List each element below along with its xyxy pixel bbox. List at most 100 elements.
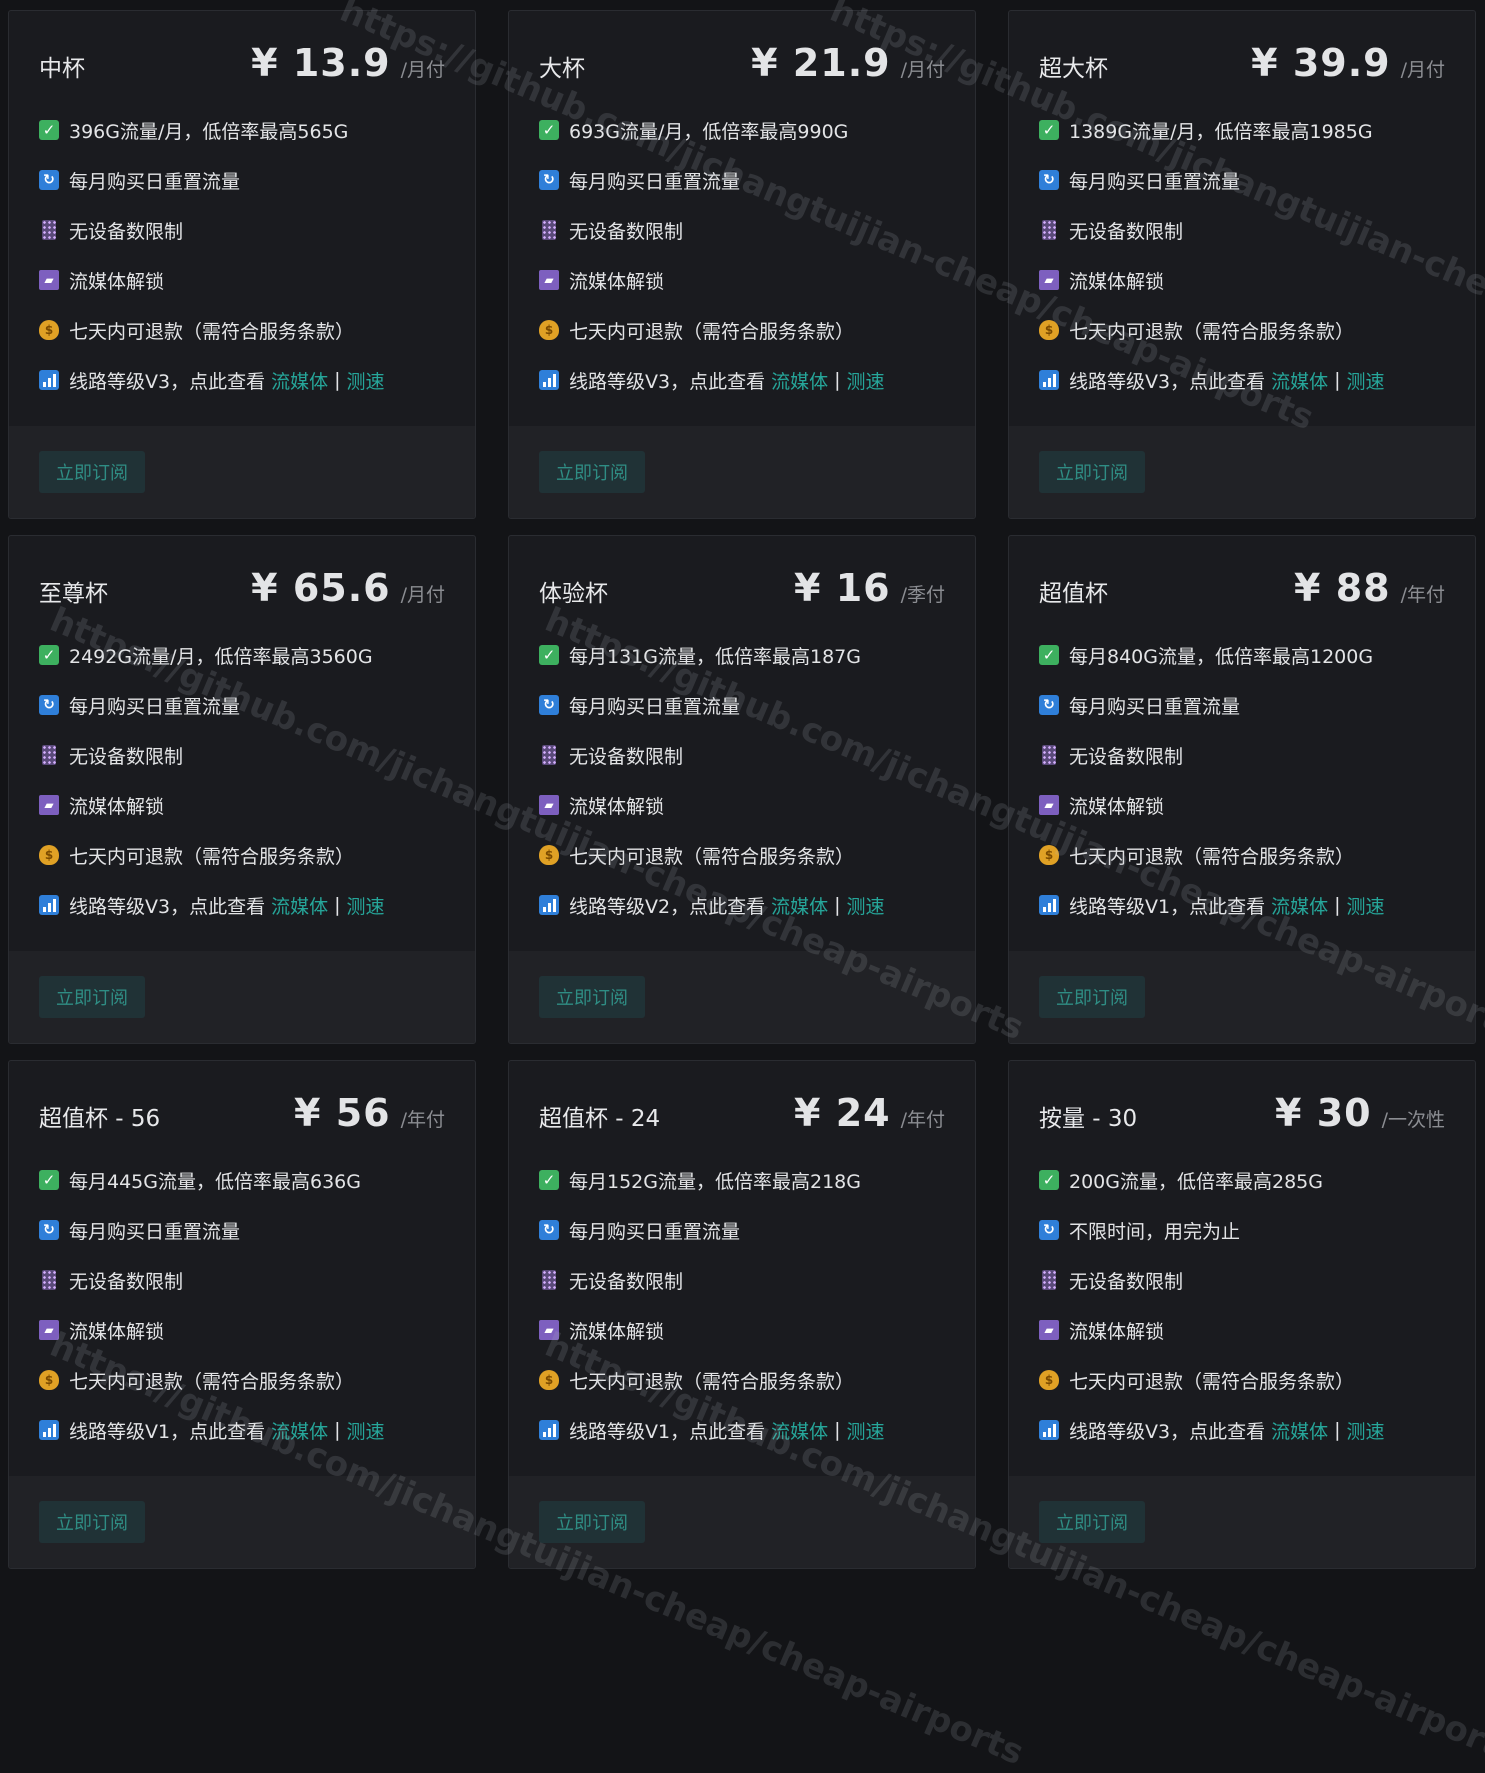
price-block: ¥ 21.9/月付 (751, 41, 945, 85)
feature-item: ▰ 流媒体解锁 (539, 255, 945, 305)
feature-text: 流媒体解锁 (69, 795, 165, 818)
billing-period: /月付 (400, 584, 445, 606)
subscribe-button[interactable]: 立即订阅 (39, 451, 145, 493)
speed-test-link[interactable]: 测速 (1347, 367, 1385, 394)
reset-icon: ↻ (39, 170, 59, 190)
subscribe-button[interactable]: 立即订阅 (1039, 1501, 1145, 1543)
film-icon: ▰ (1039, 1320, 1059, 1340)
plan-card: 超大杯 ¥ 39.9/月付 ✓ 1389G流量/月，低倍率最高1985G ↻ 每月购买日重… (1008, 10, 1476, 519)
speed-test-link[interactable]: 测速 (1347, 892, 1385, 919)
feature-list: ✓ 每月840G流量，低倍率最高1200G ↻ 每月购买日重置流量 无设备数限制 ▰ 流媒体… (1039, 630, 1445, 930)
feature-text: 七天内可退款（需符合服务条款） (569, 845, 855, 868)
feature-item: ✓ 1389G流量/月，低倍率最高1985G (1039, 105, 1445, 155)
bar-chart-icon (539, 895, 559, 915)
subscribe-button[interactable]: 立即订阅 (539, 1501, 645, 1543)
plan-price: ¥ 13.9 (251, 41, 391, 85)
media-link[interactable]: 流媒体 (1271, 892, 1328, 919)
feature-item: ▰ 流媒体解锁 (1039, 780, 1445, 830)
speed-test-link[interactable]: 测速 (347, 1417, 385, 1444)
media-link[interactable]: 流媒体 (1271, 1417, 1328, 1444)
card-header: 大杯 ¥ 21.9/月付 (539, 41, 945, 93)
plan-price: ¥ 30 (1275, 1091, 1372, 1135)
feature-text: 线路等级V1，点此查看 (569, 1420, 766, 1443)
card-footer: 立即订阅 (1009, 951, 1475, 1043)
feature-text: 无设备数限制 (1069, 1270, 1184, 1293)
card-footer: 立即订阅 (1009, 1476, 1475, 1568)
feature-text: 流媒体解锁 (69, 270, 165, 293)
price-block: ¥ 30/一次性 (1275, 1091, 1445, 1135)
subscribe-button[interactable]: 立即订阅 (1039, 451, 1145, 493)
subscribe-button[interactable]: 立即订阅 (39, 1501, 145, 1543)
media-link[interactable]: 流媒体 (1271, 367, 1328, 394)
speed-test-link[interactable]: 测速 (847, 892, 885, 919)
subscribe-button[interactable]: 立即订阅 (1039, 976, 1145, 1018)
film-icon: ▰ (39, 1320, 59, 1340)
speed-test-link[interactable]: 测速 (847, 1417, 885, 1444)
card-footer: 立即订阅 (509, 951, 975, 1043)
billing-period: /年付 (400, 1109, 445, 1131)
feature-text: 无设备数限制 (1069, 220, 1184, 243)
plan-name: 中杯 (39, 56, 85, 82)
link-separator: | (334, 369, 341, 391)
plan-name: 超值杯 - 56 (39, 1106, 161, 1132)
feature-text: 200G流量，低倍率最高285G (1069, 1170, 1323, 1193)
feature-item: 线路等级V1，点此查看 流媒体 | 测速 (539, 1405, 945, 1455)
check-icon: ✓ (539, 1170, 559, 1190)
film-icon: ▰ (539, 795, 559, 815)
feature-text: 线路等级V3，点此查看 (569, 370, 766, 393)
card-header: 超大杯 ¥ 39.9/月付 (1039, 41, 1445, 93)
bar-chart-icon (1039, 370, 1059, 390)
film-icon: ▰ (1039, 270, 1059, 290)
money-bag-icon: $ (539, 320, 559, 340)
card-header: 超值杯 - 24 ¥ 24/年付 (539, 1091, 945, 1143)
feature-list: ✓ 396G流量/月，低倍率最高565G ↻ 每月购买日重置流量 无设备数限制 ▰ 流媒体解… (39, 105, 445, 405)
check-icon: ✓ (1039, 120, 1059, 140)
money-bag-icon: $ (539, 845, 559, 865)
subscribe-button[interactable]: 立即订阅 (539, 451, 645, 493)
media-link[interactable]: 流媒体 (271, 892, 328, 919)
feature-item: ✓ 每月840G流量，低倍率最高1200G (1039, 630, 1445, 680)
media-link[interactable]: 流媒体 (271, 1417, 328, 1444)
media-link[interactable]: 流媒体 (771, 892, 828, 919)
device-icon (542, 1270, 556, 1290)
feature-text: 每月131G流量，低倍率最高187G (569, 645, 861, 668)
feature-text: 无设备数限制 (569, 220, 684, 243)
media-link[interactable]: 流媒体 (771, 367, 828, 394)
plan-grid: 中杯 ¥ 13.9/月付 ✓ 396G流量/月，低倍率最高565G ↻ 每月购买日重置流量… (8, 10, 1477, 1569)
speed-test-link[interactable]: 测速 (847, 367, 885, 394)
feature-item: ✓ 每月131G流量，低倍率最高187G (539, 630, 945, 680)
feature-item: ↻ 每月购买日重置流量 (39, 680, 445, 730)
plan-card: 体验杯 ¥ 16/季付 ✓ 每月131G流量，低倍率最高187G ↻ 每月购买日重置流量无… (508, 535, 976, 1044)
media-link[interactable]: 流媒体 (771, 1417, 828, 1444)
card-body: 大杯 ¥ 21.9/月付 ✓ 693G流量/月，低倍率最高990G ↻ 每月购买日重置流量… (509, 11, 975, 426)
film-icon: ▰ (1039, 795, 1059, 815)
feature-item: ✓ 每月445G流量，低倍率最高636G (39, 1155, 445, 1205)
card-footer: 立即订阅 (509, 426, 975, 518)
feature-item: ▰ 流媒体解锁 (539, 780, 945, 830)
feature-text: 每月购买日重置流量 (69, 695, 241, 718)
link-separator: | (334, 1419, 341, 1441)
card-footer: 立即订阅 (9, 951, 475, 1043)
money-bag-icon: $ (39, 845, 59, 865)
feature-text: 无设备数限制 (1069, 745, 1184, 768)
speed-test-link[interactable]: 测速 (347, 367, 385, 394)
bar-chart-icon (39, 895, 59, 915)
feature-item: $ 七天内可退款（需符合服务条款） (1039, 305, 1445, 355)
feature-text: 每月购买日重置流量 (569, 1220, 741, 1243)
plan-name: 体验杯 (539, 581, 608, 607)
card-body: 体验杯 ¥ 16/季付 ✓ 每月131G流量，低倍率最高187G ↻ 每月购买日重置流量无… (509, 536, 975, 951)
feature-item: ↻ 每月购买日重置流量 (39, 1205, 445, 1255)
subscribe-button[interactable]: 立即订阅 (539, 976, 645, 1018)
plan-price: ¥ 24 (794, 1091, 891, 1135)
link-separator: | (1334, 1419, 1341, 1441)
feature-text: 七天内可退款（需符合服务条款） (69, 320, 355, 343)
plan-price: ¥ 39.9 (1251, 41, 1391, 85)
speed-test-link[interactable]: 测速 (347, 892, 385, 919)
media-link[interactable]: 流媒体 (271, 367, 328, 394)
reset-icon: ↻ (39, 695, 59, 715)
subscribe-button[interactable]: 立即订阅 (39, 976, 145, 1018)
device-icon (42, 745, 56, 765)
feature-item: ▰ 流媒体解锁 (39, 1305, 445, 1355)
speed-test-link[interactable]: 测速 (1347, 1417, 1385, 1444)
money-bag-icon: $ (39, 320, 59, 340)
